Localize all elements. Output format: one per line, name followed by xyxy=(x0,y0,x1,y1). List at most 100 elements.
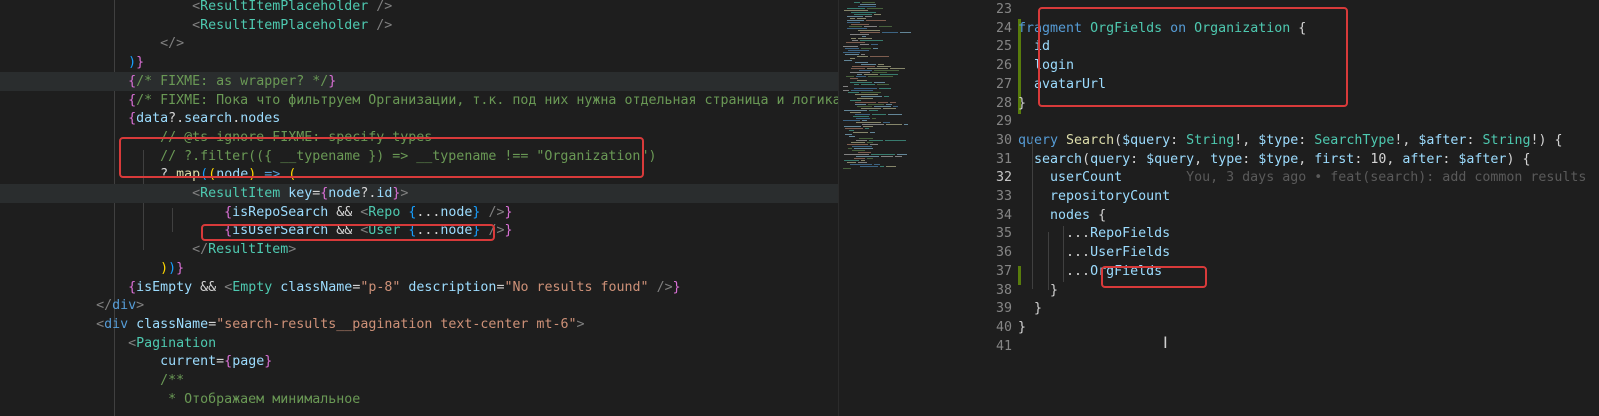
code-token: { xyxy=(128,92,137,108)
minimap-line xyxy=(864,74,878,75)
code-token: div xyxy=(112,298,137,314)
minimap-line xyxy=(877,84,889,85)
code-line[interactable]: </> xyxy=(0,34,184,53)
minimap-line xyxy=(855,114,870,115)
code-token: } xyxy=(504,223,513,239)
code-line[interactable]: {/* FIXME: as wrapper? */} xyxy=(0,71,838,91)
minimap-line xyxy=(844,126,861,127)
minimap-line xyxy=(879,88,891,89)
minimap-line xyxy=(862,120,867,121)
code-token: && xyxy=(192,279,225,295)
code-token: : xyxy=(1466,132,1483,148)
code-line[interactable]: ...UserFields xyxy=(1018,243,1170,262)
code-token: $query xyxy=(1146,151,1195,167)
code-token: description xyxy=(408,279,497,295)
code-line[interactable]: ...RepoFields xyxy=(1018,224,1170,243)
code-token: ... xyxy=(1066,263,1091,279)
minimap[interactable] xyxy=(838,0,964,416)
minimap-line xyxy=(850,100,861,101)
code-token: /* FIXME: Пока что фильтруем Организации… xyxy=(136,92,838,108)
code-line[interactable]: {data?.search.nodes xyxy=(0,109,280,128)
code-token: < xyxy=(96,316,105,332)
code-line[interactable]: {isEmpty && <Empty className="p-8" descr… xyxy=(0,278,681,297)
code-line[interactable]: <Pagination xyxy=(0,334,216,353)
highlight-box-orgfields-fragment xyxy=(1038,7,1348,107)
minimap-line xyxy=(855,102,876,103)
code-line[interactable]: } xyxy=(1018,94,1026,113)
code-line[interactable]: } xyxy=(1018,318,1026,337)
minimap-line xyxy=(862,36,866,37)
code-line[interactable]: } xyxy=(1018,299,1042,318)
code-line[interactable]: </div> xyxy=(0,296,144,315)
code-token: userCount xyxy=(1050,170,1123,186)
minimap-line xyxy=(857,80,867,81)
code-line[interactable]: /** xyxy=(0,371,184,390)
minimap-line xyxy=(873,48,878,49)
minimap-line xyxy=(874,14,881,15)
code-line[interactable]: {isRepoSearch && <Repo {...node} />} xyxy=(0,203,512,222)
minimap-line xyxy=(883,122,890,123)
code-token: id xyxy=(376,186,393,201)
line-number: 27 xyxy=(995,76,1012,92)
code-line[interactable]: search(query: $query, type: $type, first… xyxy=(1018,150,1530,169)
line-number: 31 xyxy=(995,151,1012,167)
code-token: { xyxy=(128,73,137,89)
code-token: </ xyxy=(96,298,113,314)
code-token: { xyxy=(128,279,137,295)
code-token: && xyxy=(328,204,361,220)
minimap-line xyxy=(867,8,883,9)
code-token: Repo xyxy=(368,204,401,220)
minimap-line xyxy=(869,110,878,111)
line-number: 30 xyxy=(995,132,1012,148)
minimap-line xyxy=(877,66,891,67)
code-line[interactable]: )} xyxy=(0,53,144,72)
code-line[interactable]: userCount You, 3 days ago • feat(search)… xyxy=(1018,168,1586,187)
code-line[interactable]: {/* FIXME: Пока что фильтруем Организаци… xyxy=(0,91,838,110)
code-token: </> xyxy=(160,36,185,52)
minimap-line xyxy=(866,20,886,21)
minimap-line xyxy=(850,112,861,113)
minimap-line xyxy=(886,166,896,167)
code-token: /** xyxy=(160,373,185,388)
left-editor-pane[interactable]: <ResultItemPlaceholder /> <ResultItemPla… xyxy=(0,0,838,416)
code-token: $type xyxy=(1258,151,1299,167)
code-line[interactable]: } xyxy=(1018,281,1058,300)
minimap-line xyxy=(851,90,873,91)
minimap-line xyxy=(854,2,860,3)
code-line[interactable]: repositoryCount xyxy=(1018,187,1170,206)
minimap-line xyxy=(856,156,879,157)
code-line[interactable]: <ResultItemPlaceholder /> xyxy=(0,16,392,35)
code-line[interactable]: </ResultItem> xyxy=(0,240,296,259)
code-token: = xyxy=(216,354,225,370)
code-token: < xyxy=(192,0,201,14)
minimap-line xyxy=(861,48,871,49)
code-line[interactable]: * Отображаем минимальное xyxy=(0,390,360,409)
code-line[interactable]: <ResultItemPlaceholder /> xyxy=(0,0,392,16)
code-token: $type xyxy=(1258,132,1299,148)
code-line[interactable]: current={page} xyxy=(0,352,272,371)
minimap-line xyxy=(844,154,869,155)
code-line[interactable]: <ResultItem key={node?.id}> xyxy=(0,184,838,203)
minimap-line xyxy=(850,72,870,73)
code-token: } xyxy=(136,55,145,71)
minimap-line xyxy=(861,92,881,93)
minimap-line xyxy=(878,102,888,103)
line-number: 24 xyxy=(995,20,1012,36)
code-token: : xyxy=(1354,151,1371,167)
code-line[interactable]: <div className="search-results__paginati… xyxy=(0,315,584,334)
minimap-line xyxy=(874,106,891,107)
minimap-line xyxy=(867,142,873,143)
minimap-line xyxy=(850,82,872,83)
minimap-line xyxy=(849,26,862,27)
minimap-line xyxy=(847,28,867,29)
code-line[interactable]: query Search($query: String!, $type: Sea… xyxy=(1018,131,1563,150)
code-line[interactable]: ))} xyxy=(0,259,184,278)
